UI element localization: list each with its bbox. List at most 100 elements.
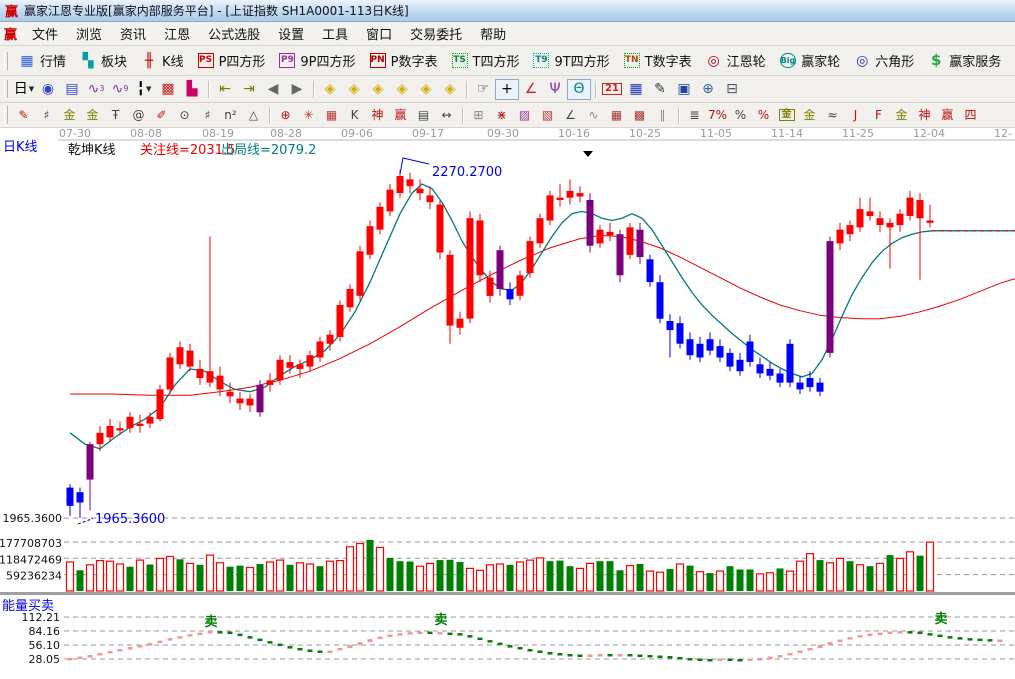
- toolbar-handle[interactable]: [4, 80, 8, 98]
- next-bar-icon[interactable]: ▶: [285, 79, 309, 100]
- menu-item-8[interactable]: 窗口: [357, 26, 401, 45]
- ying-tool[interactable]: 赢: [389, 106, 412, 125]
- menu-item-2[interactable]: 浏览: [67, 26, 111, 45]
- ying-angle-tool[interactable]: 赢: [936, 106, 959, 125]
- toolbar-item-nine-p-square[interactable]: P99P四方形: [272, 49, 362, 72]
- wave-9-icon[interactable]: ∿9: [108, 79, 132, 100]
- k-mark-tool[interactable]: K: [343, 106, 366, 125]
- toolbar-item-winner-wheel[interactable]: Big赢家轮: [773, 49, 848, 72]
- f-level-tool[interactable]: Ŧ: [104, 106, 127, 125]
- kline-chart-svg[interactable]: 07-3008-0808-1908-2809-0609-1709-3010-16…: [0, 128, 1015, 675]
- angle-measure-icon[interactable]: ∠: [519, 79, 543, 100]
- period-day-dropdown[interactable]: 日▼: [12, 79, 36, 100]
- gold-circle-tool[interactable]: 金: [775, 106, 798, 125]
- toolbar-item-sectors[interactable]: ▚板块: [73, 49, 134, 72]
- menu-item-1[interactable]: 文件: [23, 26, 67, 45]
- fence-tool[interactable]: ♯: [35, 106, 58, 125]
- chaos-overlay-icon[interactable]: ◉: [36, 79, 60, 100]
- price-grid-tool[interactable]: ▦: [605, 106, 628, 125]
- wave-line-tool[interactable]: ≈: [821, 106, 844, 125]
- menu-item-7[interactable]: 工具: [313, 26, 357, 45]
- web-sync-icon[interactable]: ⊕: [696, 79, 720, 100]
- toolbar-item-winner-service[interactable]: $赢家服务: [921, 49, 1008, 72]
- toolbar-handle[interactable]: [4, 52, 8, 70]
- scale-meter-tool[interactable]: ≣: [683, 106, 706, 125]
- target-cross-tool[interactable]: ⊕: [274, 106, 297, 125]
- si-angle-tool[interactable]: 四: [959, 106, 982, 125]
- menu-item-6[interactable]: 设置: [269, 26, 313, 45]
- zoom-all-icon[interactable]: ◈: [438, 79, 462, 100]
- first-bar-icon[interactable]: ⇤: [213, 79, 237, 100]
- menu-item-9[interactable]: 交易委托: [401, 26, 471, 45]
- zigzag-tool[interactable]: ∿: [582, 106, 605, 125]
- menu-item-4[interactable]: 江恩: [155, 26, 199, 45]
- grid-123-tool[interactable]: ▤: [412, 106, 435, 125]
- svg-text:10-25: 10-25: [629, 128, 661, 140]
- prev-bar-icon[interactable]: ◀: [261, 79, 285, 100]
- chart-area[interactable]: 07-3008-0808-1908-2809-0609-1709-3010-16…: [0, 128, 1015, 675]
- gold-angle-tool[interactable]: 金: [890, 106, 913, 125]
- compress-horizontal-icon[interactable]: ◈: [390, 79, 414, 100]
- toolbar-item-hexagon[interactable]: ◎六角形: [847, 49, 921, 72]
- gann-fan-tool[interactable]: ⋇: [490, 106, 513, 125]
- toolbar-item-market-quotes[interactable]: ▦行情: [12, 49, 73, 72]
- parallel-lines-tool[interactable]: ∥: [651, 106, 674, 125]
- toolbar-item-kline[interactable]: ╫K线: [134, 49, 191, 72]
- crosshair-tool-icon[interactable]: +: [495, 79, 519, 100]
- expand-horizontal-icon[interactable]: ◈: [366, 79, 390, 100]
- red-grid-tool[interactable]: ▦: [320, 106, 343, 125]
- angle-line-tool[interactable]: ∠: [559, 106, 582, 125]
- save-icon[interactable]: ▣: [672, 79, 696, 100]
- compress-left-icon[interactable]: ◈: [318, 79, 342, 100]
- gold-gate-tool-2[interactable]: 金: [81, 106, 104, 125]
- toolbar-item-nine-t-square[interactable]: T99T四方形: [526, 49, 616, 72]
- percent-tool[interactable]: %: [729, 106, 752, 125]
- color-histogram-icon[interactable]: ▙: [180, 79, 204, 100]
- notes-icon[interactable]: ✎: [648, 79, 672, 100]
- menu-item-3[interactable]: 资讯: [111, 26, 155, 45]
- last-bar-icon[interactable]: ⇥: [237, 79, 261, 100]
- expand-all-icon[interactable]: ◈: [414, 79, 438, 100]
- wave-3-icon[interactable]: ∿3: [84, 79, 108, 100]
- toolbar-handle[interactable]: [4, 106, 8, 124]
- span-arrow-tool[interactable]: ↔: [435, 106, 458, 125]
- fan-red-tool[interactable]: ▧: [536, 106, 559, 125]
- workstation-icon[interactable]: ⊟: [720, 79, 744, 100]
- red-brush-tool[interactable]: ✐: [150, 106, 173, 125]
- red-pen-tool[interactable]: ✎: [12, 106, 35, 125]
- prism-tool[interactable]: △: [242, 106, 265, 125]
- pattern-red-icon[interactable]: ▩: [156, 79, 180, 100]
- gold-gate-tool-1[interactable]: 金: [58, 106, 81, 125]
- frame-tool[interactable]: ⊞: [467, 106, 490, 125]
- shen-tool[interactable]: 神: [366, 106, 389, 125]
- fan-purple-tool[interactable]: ▨: [513, 106, 536, 125]
- toolbar-item-gann-wheel[interactable]: ◎江恩轮: [699, 49, 773, 72]
- smart-map-icon[interactable]: Θ: [567, 79, 591, 100]
- shen-angle-tool[interactable]: 神: [913, 106, 936, 125]
- spiral-tool[interactable]: @: [127, 106, 150, 125]
- grid-fence-tool[interactable]: ♯: [196, 106, 219, 125]
- time-cycle-tool[interactable]: ⊙: [173, 106, 196, 125]
- percent-line-tool[interactable]: %: [752, 106, 775, 125]
- info-panel-icon[interactable]: ▤: [60, 79, 84, 100]
- menu-item-5[interactable]: 公式选股: [199, 26, 269, 45]
- j-angle-tool[interactable]: J: [844, 106, 867, 125]
- f-angle-tool[interactable]: F: [867, 106, 890, 125]
- toolbar-separator: [678, 107, 679, 124]
- toolbar-item-t-digit-table[interactable]: TNT数字表: [617, 49, 699, 72]
- calendar-icon[interactable]: 21: [600, 79, 624, 100]
- calculator-icon[interactable]: ▦: [624, 79, 648, 100]
- star-burst-tool[interactable]: ✳: [297, 106, 320, 125]
- hand-tool-icon[interactable]: ☞: [471, 79, 495, 100]
- percent-7-tool[interactable]: 7%: [706, 106, 729, 125]
- menu-item-10[interactable]: 帮助: [471, 26, 515, 45]
- toolbar-item-t-square[interactable]: TST四方形: [445, 49, 527, 72]
- gann-shape-icon[interactable]: Ψ: [543, 79, 567, 100]
- gold-line-tool[interactable]: 金: [798, 106, 821, 125]
- compress-right-icon[interactable]: ◈: [342, 79, 366, 100]
- price-grid2-tool[interactable]: ▩: [628, 106, 651, 125]
- toolbar-item-p-digit-table[interactable]: PNP数字表: [363, 49, 445, 72]
- candle-style-dropdown[interactable]: ╏▼: [132, 79, 156, 100]
- toolbar-item-p-square[interactable]: PSP四方形: [191, 49, 273, 72]
- n-square-tool[interactable]: n²: [219, 106, 242, 125]
